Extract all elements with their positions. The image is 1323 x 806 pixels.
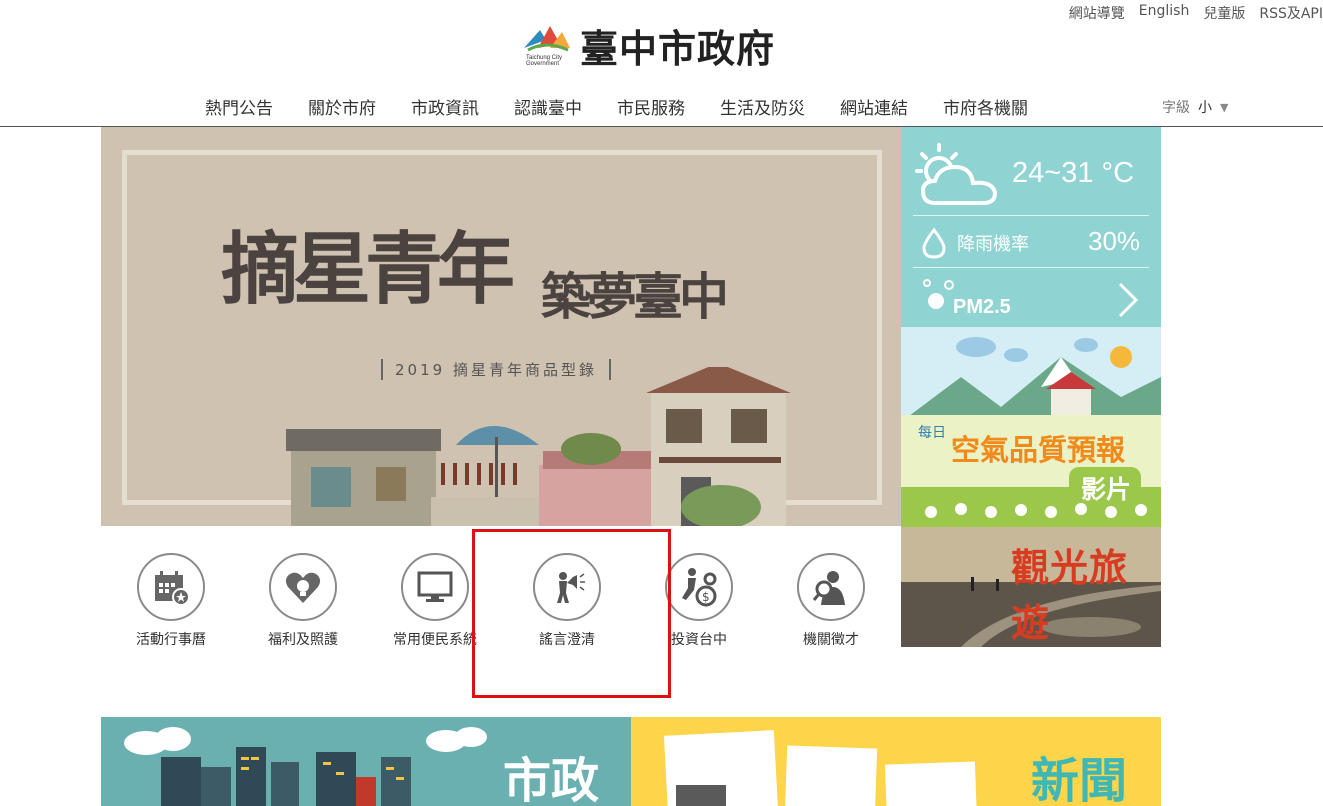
chevron-down-icon: ▼	[1220, 100, 1229, 114]
air-quality-title: 空氣品質預報	[951, 433, 1126, 467]
quick-link-label: 機關徵才	[803, 632, 859, 648]
nav-item-agencies[interactable]: 市府各機關	[943, 94, 1028, 119]
quick-link-label: 活動行事曆	[136, 632, 206, 648]
quick-link-label: 福利及照護	[268, 632, 338, 648]
highlight-box	[472, 529, 671, 698]
quick-link-welfare[interactable]: 福利及照護	[233, 553, 373, 649]
top-link-english[interactable]: English	[1139, 3, 1190, 23]
nav-item-gov-info[interactable]: 市政資訊	[411, 94, 479, 119]
main-nav: 熱門公告 關於市府 市政資訊 認識臺中 市民服務 生活及防災 網站連結 市府各機…	[205, 94, 1063, 119]
quick-link-recruit[interactable]: 機關徵才	[761, 553, 901, 649]
banner-title-line1: 摘星青年	[221, 224, 515, 315]
pm25-label: PM2.5	[953, 296, 1011, 318]
nav-item-about[interactable]: 關於市府	[308, 94, 376, 119]
raindrop-icon	[922, 227, 946, 259]
magnifier-person-icon	[797, 553, 865, 621]
banner-title-line2: 築夢臺中	[541, 267, 729, 326]
news-title: 新聞	[1031, 753, 1128, 806]
top-link-sitemap[interactable]: 網站導覽	[1069, 3, 1125, 23]
weather-temperature: 24~31 °C	[1012, 157, 1135, 189]
heart-lightbulb-icon	[269, 553, 337, 621]
chevron-right-icon[interactable]	[1117, 281, 1139, 319]
tourism-banner[interactable]: 觀光旅遊	[901, 527, 1161, 647]
houses-illustration	[286, 367, 791, 526]
pm25-icon	[923, 279, 954, 309]
svg-text:$: $	[702, 590, 710, 604]
air-daily-label: 每日	[918, 425, 946, 441]
weather-divider	[913, 267, 1149, 268]
city-gov-title: 市政	[503, 753, 600, 806]
tourism-title: 觀光旅遊	[1011, 546, 1129, 645]
monitor-icon	[401, 553, 469, 621]
air-video-label: 影片	[1081, 475, 1132, 504]
nav-item-citizen-services[interactable]: 市民服務	[617, 94, 685, 119]
logo-english: Taichung City Government	[526, 54, 563, 67]
nav-item-links[interactable]: 網站連結	[840, 94, 908, 119]
logo-mark-icon: Taichung City Government	[520, 22, 572, 70]
rain-probability-value: 30%	[1088, 226, 1141, 256]
nav-item-life-disaster[interactable]: 生活及防災	[720, 94, 805, 119]
air-quality-banner[interactable]: 每日 空氣品質預報 影片	[901, 327, 1161, 527]
nav-item-hot-news[interactable]: 熱門公告	[205, 94, 273, 119]
weather-divider	[913, 215, 1149, 216]
investment-gears-icon: $	[665, 553, 733, 621]
top-link-rss[interactable]: RSS及API	[1259, 3, 1323, 23]
logo-name: 臺中市政府	[580, 26, 776, 71]
hero-banner[interactable]: 摘星青年 築夢臺中 2019 摘星青年商品型錄	[101, 127, 901, 526]
weather-widget[interactable]: 24~31 °C 降雨機率 30% PM2.5	[901, 127, 1161, 327]
font-size-label: 字級	[1162, 100, 1190, 116]
top-links: 網站導覽 English 兒童版 RSS及API	[1069, 3, 1323, 23]
calendar-icon	[137, 553, 205, 621]
rain-probability-label: 降雨機率	[957, 234, 1029, 255]
quick-link-calendar[interactable]: 活動行事曆	[101, 553, 241, 649]
font-size-selector[interactable]: 字級 小 ▼	[1162, 97, 1228, 117]
news-section[interactable]: 新聞	[631, 717, 1161, 806]
top-link-kids[interactable]: 兒童版	[1203, 3, 1245, 23]
nav-item-know-taichung[interactable]: 認識臺中	[514, 94, 582, 119]
font-size-value: 小	[1198, 100, 1212, 116]
partly-cloudy-icon	[915, 143, 998, 205]
city-gov-section[interactable]: 市政	[101, 717, 631, 806]
site-logo[interactable]: Taichung City Government 臺中市政府	[520, 18, 775, 73]
